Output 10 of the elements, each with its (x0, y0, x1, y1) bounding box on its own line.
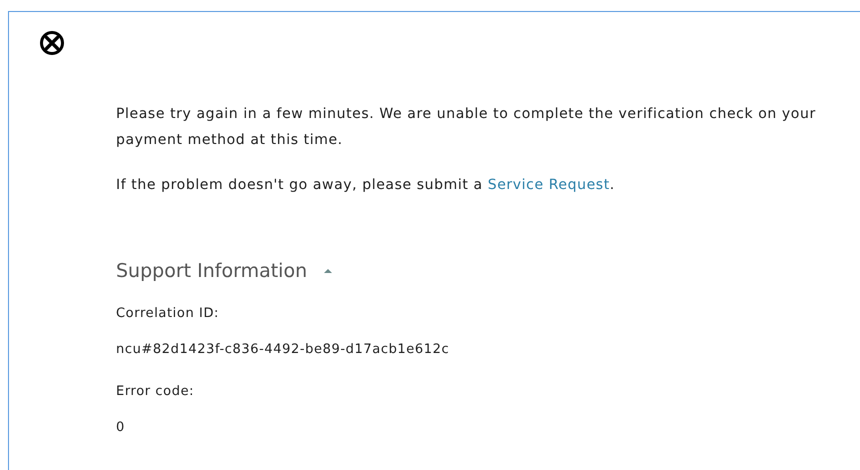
support-information-toggle[interactable]: Support Information (116, 260, 308, 282)
caret-icon[interactable] (323, 268, 334, 274)
field-label: Error code: (116, 383, 196, 401)
followup-message: If the problem doesn't go away, please submit a Service Request. (116, 176, 616, 195)
error-icon (39, 30, 65, 56)
service-request-link[interactable]: Service Request (488, 177, 610, 193)
field-value: ncu#82d1423f-c836-4492-be89-d17acb1e612c (116, 341, 450, 359)
field-label: Correlation ID: (116, 305, 220, 323)
error-message: Please try again in a few minutes. We are unable to complete the verification check on your payment method at this time. (116, 105, 817, 150)
field-value: 0 (116, 419, 126, 437)
